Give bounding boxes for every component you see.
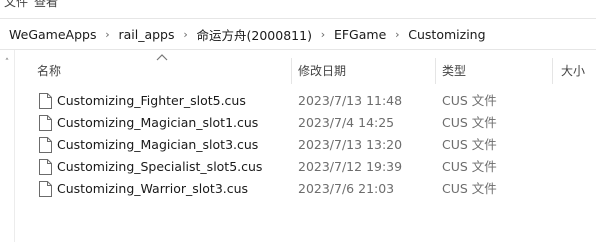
file-name: Customizing_Specialist_slot5.cus (57, 159, 263, 174)
file-row[interactable]: Customizing_Fighter_slot5.cus 2023/7/13 … (15, 90, 596, 112)
file-name: Customizing_Warrior_slot3.cus (57, 181, 249, 196)
file-modified: 2023/7/4 14:25 (298, 115, 395, 130)
column-header-type[interactable]: 类型 (436, 58, 551, 84)
document-icon (39, 181, 52, 197)
file-list[interactable]: 名称 修改日期 类型 大小 Customizing_Fighter_slot5.… (15, 50, 596, 242)
menu-view[interactable]: 查看 (34, 0, 58, 10)
menu-bar: 文件 查看 (0, 0, 596, 10)
document-icon (39, 93, 52, 109)
document-icon (39, 115, 52, 131)
file-name: Customizing_Magician_slot3.cus (57, 137, 259, 152)
file-modified: 2023/7/13 11:48 (298, 93, 403, 108)
file-name: Customizing_Fighter_slot5.cus (57, 93, 246, 108)
file-type: CUS 文件 (442, 137, 497, 152)
navigation-pane[interactable]: ˄ (0, 50, 15, 242)
menu-file[interactable]: 文件 (4, 0, 28, 10)
column-header-row: 名称 修改日期 类型 大小 (15, 58, 596, 84)
document-icon (39, 159, 52, 175)
file-modified: 2023/7/6 21:03 (298, 181, 395, 196)
breadcrumb-item-0[interactable]: WeGameApps (6, 23, 99, 45)
file-name: Customizing_Magician_slot1.cus (57, 115, 259, 130)
file-row[interactable]: Customizing_Specialist_slot5.cus 2023/7/… (15, 156, 596, 178)
column-header-name[interactable]: 名称 (31, 58, 295, 84)
file-row[interactable]: Customizing_Warrior_slot3.cus 2023/7/6 2… (15, 178, 596, 200)
file-type: CUS 文件 (442, 93, 497, 108)
breadcrumb-item-3[interactable]: EFGame (331, 23, 389, 45)
column-header-modified[interactable]: 修改日期 (292, 58, 432, 84)
document-icon (39, 137, 52, 153)
breadcrumb-item-4[interactable]: Customizing (405, 23, 488, 45)
file-type: CUS 文件 (442, 181, 497, 196)
chevron-right-icon[interactable]: › (99, 23, 115, 45)
chevron-right-icon[interactable]: › (389, 23, 405, 45)
chevron-right-icon[interactable]: › (315, 23, 331, 45)
file-row[interactable]: Customizing_Magician_slot3.cus 2023/7/13… (15, 134, 596, 156)
chevron-up-icon[interactable]: ˄ (2, 58, 12, 68)
file-modified: 2023/7/13 13:20 (298, 137, 403, 152)
file-type: CUS 文件 (442, 159, 497, 174)
chevron-right-icon[interactable]: › (178, 23, 194, 45)
file-row[interactable]: Customizing_Magician_slot1.cus 2023/7/4 … (15, 112, 596, 134)
column-divider[interactable] (552, 58, 553, 84)
breadcrumb-item-1[interactable]: rail_apps (115, 23, 177, 45)
column-header-size[interactable]: 大小 (555, 58, 596, 84)
breadcrumb-item-2[interactable]: 命运方舟(2000811) (194, 23, 315, 45)
address-bar[interactable]: WeGameApps › rail_apps › 命运方舟(2000811) ›… (0, 18, 596, 50)
file-type: CUS 文件 (442, 115, 497, 130)
file-modified: 2023/7/12 19:39 (298, 159, 403, 174)
